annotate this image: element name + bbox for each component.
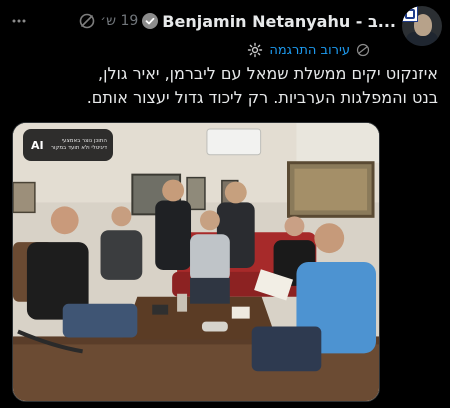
tweet-header: Benjamin Netanyahu - ב... 19 ש׳ bbox=[8, 6, 442, 46]
tweet-timestamp[interactable]: 19 ש׳ bbox=[100, 13, 138, 29]
tweet-media-image[interactable]: התוכן נוצר באמצעי דיגיטלי ולא תועד במקור… bbox=[12, 122, 380, 402]
tweet-card[interactable]: Benjamin Netanyahu - ב... 19 ש׳ עירוב הת… bbox=[0, 0, 450, 408]
grok-icon[interactable] bbox=[78, 12, 96, 30]
photo-illustration bbox=[13, 123, 379, 401]
verified-badge-icon bbox=[142, 13, 159, 29]
ai-disclaimer-text: התוכן נוצר באמצעי דיגיטלי ולא תועד במקור bbox=[50, 138, 107, 151]
avatar[interactable] bbox=[402, 6, 442, 46]
translate-row[interactable]: עירוב התרגמה bbox=[247, 42, 370, 58]
tweet-text-line: איזנקוט יקים ממשלת שמאל עם ליברמן, יאיר … bbox=[98, 64, 438, 83]
more-icon[interactable] bbox=[10, 12, 28, 30]
author-display-name[interactable]: Benjamin Netanyahu - ב... bbox=[162, 12, 396, 31]
translate-link[interactable]: עירוב התרגמה bbox=[269, 43, 350, 58]
author-info: Benjamin Netanyahu - ב... 19 ש׳ bbox=[34, 12, 396, 31]
ai-generated-badge: התוכן נוצר באמצעי דיגיטלי ולא תועד במקור… bbox=[23, 129, 113, 161]
tweet-body: איזנקוט יקים ממשלת שמאל עם ליברמן, יאיר … bbox=[10, 62, 438, 110]
globe-icon bbox=[356, 43, 370, 57]
tweet-text-line: בנט והמפלגות הערביות. רק ליכוד גדול יעצו… bbox=[86, 88, 438, 107]
ai-label: AI bbox=[31, 138, 44, 152]
gear-icon[interactable] bbox=[247, 42, 263, 58]
